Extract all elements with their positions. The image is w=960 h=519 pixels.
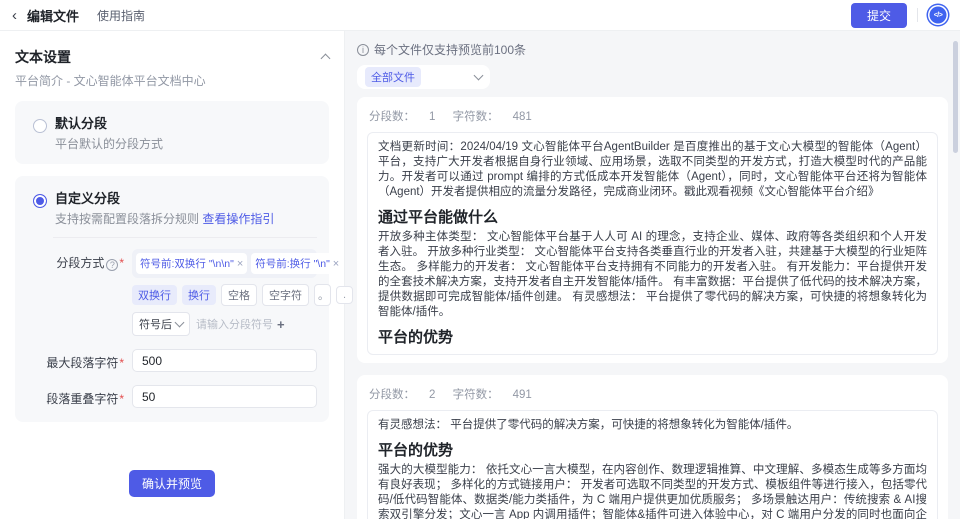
default-segment-radio[interactable] [33, 119, 47, 133]
segment-card-1-meta: 分段数： 1 字符数： 481 [369, 111, 532, 123]
segment-card-1: 分段数： 1 字符数： 481 文档更新时间：2024/04/19 文心智能体平台A… [357, 97, 948, 363]
max-chars-input[interactable] [132, 349, 317, 372]
required-marker: * [119, 256, 124, 270]
tag-close-icon[interactable]: × [333, 258, 339, 270]
chevron-down-icon [473, 70, 484, 81]
segment-tag: 符号前:换行 "\n" × [251, 253, 344, 274]
option-divider [53, 237, 317, 238]
doc-heading: 平台的优势 [378, 442, 454, 459]
symbol-position-dropdown[interactable]: 符号后 [132, 312, 190, 336]
assistant-code-icon[interactable]: </> [928, 5, 948, 25]
doc-paragraph: 开放多种主体类型： 文心智能体平台基于人人可 AI 的理念，支持企业、媒体、政府… [378, 231, 927, 318]
chip-double-newline[interactable]: 双换行 [132, 285, 177, 305]
help-icon[interactable]: ? [106, 259, 119, 271]
overlap-chars-input[interactable] [132, 385, 317, 408]
usage-guide-link[interactable]: 使用指南 [97, 7, 145, 24]
doc-paragraph: 文档更新时间：2024/04/19 文心智能体平台AgentBuilder 是百… [378, 141, 927, 198]
max-chars-label: 最大段落字符* [46, 356, 124, 370]
segment-card-1-body: 文档更新时间：2024/04/19 文心智能体平台AgentBuilder 是百… [367, 132, 938, 355]
collapse-chevron-up-icon[interactable] [320, 53, 331, 64]
operation-guide-link[interactable]: 查看操作指引 [202, 212, 274, 226]
custom-segment-title: 自定义分段 [55, 191, 121, 206]
chip-cn-period[interactable]: 。 [314, 284, 331, 306]
custom-segment-radio[interactable] [33, 194, 47, 208]
default-segment-option[interactable]: 默认分段 平台默认的分段方式 [15, 101, 329, 164]
chip-space[interactable]: 空格 [221, 284, 257, 306]
default-segment-title: 默认分段 [55, 116, 108, 131]
submit-button[interactable]: 提交 [850, 2, 907, 28]
segment-card-2-meta: 分段数： 2 字符数： 491 [369, 389, 532, 401]
custom-segment-option: 自定义分段 支持按需配置段落拆分规则 查看操作指引 分段方式? * 符号前:双换行 [15, 176, 353, 422]
confirm-preview-button[interactable]: 确认并预览 [128, 470, 215, 497]
doc-paragraph: 有灵感想法： 平台提供了零代码的解决方案，可快捷的将想象转化为智能体/插件。 [378, 419, 799, 431]
text-settings-panel: 文本设置 平台简介 - 文心智能体平台文档中心 默认分段 平台默认的分段方式 自… [0, 31, 353, 519]
back-icon[interactable]: ‹ [12, 8, 17, 23]
overlap-chars-label: 段落重叠字符* [46, 392, 124, 406]
segment-symbol-input[interactable]: 请输入分段符号 + [196, 316, 285, 332]
preview-notice: i 每个文件仅支持预览前100条 [357, 41, 948, 58]
chip-empty-char[interactable]: 空字符 [262, 284, 309, 306]
tag-close-icon[interactable]: × [237, 258, 243, 270]
doc-heading: 平台的优势 [378, 329, 454, 346]
segment-card-2: 分段数： 2 字符数： 491 有灵感想法： 平台提供了零代码的解决方案，可快捷的将… [357, 375, 948, 519]
top-header: ‹ 编辑文件 使用指南 提交 </> [0, 0, 960, 31]
settings-subtitle: 平台简介 - 文心智能体平台文档中心 [15, 74, 206, 88]
file-filter-tag: 全部文件 [365, 67, 421, 87]
segment-card-2-body: 有灵感想法： 平台提供了零代码的解决方案，可快捷的将想象转化为智能体/插件。 平… [367, 410, 938, 519]
plus-icon[interactable]: + [277, 317, 285, 332]
page-title: 编辑文件 [27, 8, 80, 24]
segment-method-label: 分段方式? * [56, 256, 124, 271]
doc-heading: 通过平台能做什么 [378, 209, 499, 226]
segment-tag: 符号前:双换行 "\n\n" × [136, 253, 248, 274]
header-divider [917, 8, 918, 22]
file-filter-dropdown[interactable]: 全部文件 [357, 65, 490, 89]
custom-segment-desc: 支持按需配置段落拆分规则 查看操作指引 [55, 212, 275, 226]
chip-newline[interactable]: 换行 [182, 285, 216, 305]
segment-tags-box: 符号前:双换行 "\n\n" × 符号前:换行 "\n" × [132, 249, 344, 278]
chevron-down-icon [174, 317, 185, 328]
info-icon: i [357, 43, 369, 56]
vertical-scrollbar[interactable] [953, 41, 958, 153]
default-segment-desc: 平台默认的分段方式 [55, 137, 164, 151]
preview-panel: i 每个文件仅支持预览前100条 全部文件 分段数： 1 字符数： 481 文档更新… [345, 31, 960, 519]
doc-paragraph: 强大的大模型能力： 依托文心一言大模型，在内容创作、数理逻辑推算、中文理解、多模… [378, 464, 927, 519]
settings-title: 文本设置 [15, 49, 71, 65]
